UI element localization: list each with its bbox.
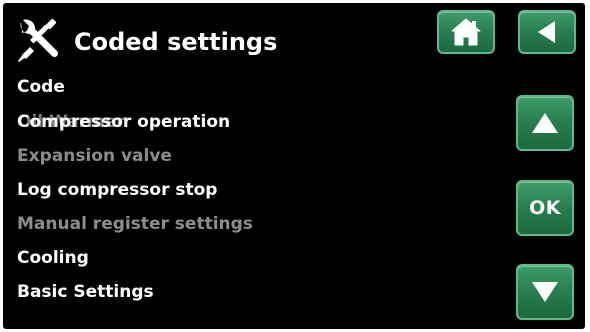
back-button[interactable] (518, 10, 576, 54)
menu-item-compressor-operation[interactable]: Compressor operation (17, 111, 230, 133)
menu-item-manual-register-settings: Manual register settings (17, 214, 253, 234)
home-icon (449, 17, 483, 47)
display-screen: Coded settings OK Code Oil Warmer Compre… (3, 3, 585, 329)
menu-item-log-compressor-stop[interactable]: Log compressor stop (17, 179, 217, 201)
scroll-up-button[interactable] (516, 95, 574, 151)
menu-item-code[interactable]: Code (17, 76, 65, 98)
menu-item-expansion-valve: Expansion valve (17, 146, 172, 166)
ok-button[interactable]: OK (516, 180, 574, 236)
ok-label: OK (529, 197, 561, 219)
back-arrow-icon (535, 19, 559, 45)
up-arrow-icon (530, 111, 560, 135)
scroll-down-button[interactable] (516, 264, 574, 320)
page-title: Coded settings (74, 28, 278, 56)
home-button[interactable] (437, 10, 495, 54)
down-arrow-icon (530, 280, 560, 304)
menu-item-cooling[interactable]: Cooling (17, 247, 89, 269)
tools-icon (15, 17, 65, 65)
menu-item-basic-settings[interactable]: Basic Settings (17, 281, 154, 303)
